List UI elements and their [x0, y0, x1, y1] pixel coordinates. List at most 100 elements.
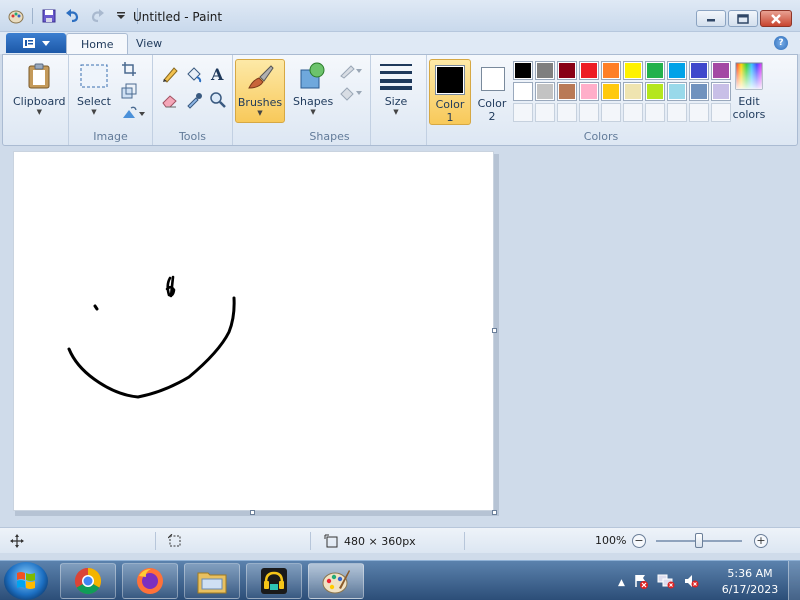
- chevron-down-icon: ▼: [36, 108, 42, 116]
- save-icon[interactable]: [39, 6, 59, 26]
- palette-swatch[interactable]: [535, 82, 555, 101]
- clock[interactable]: 5:36 AM 6/17/2023: [716, 566, 784, 598]
- close-button[interactable]: [760, 10, 792, 27]
- chrome-icon: [74, 567, 102, 595]
- palette-swatch[interactable]: [579, 61, 599, 80]
- swatch-color: [647, 63, 663, 78]
- maximize-button[interactable]: [728, 10, 758, 27]
- fill-icon[interactable]: [183, 63, 205, 85]
- resize-icon[interactable]: [121, 83, 137, 99]
- size-icon: [379, 59, 413, 93]
- ribbon-tab-row: Home View ?: [0, 32, 800, 54]
- clipboard-button[interactable]: Clipboard ▼: [13, 59, 66, 116]
- quick-access-toolbar: [6, 6, 140, 26]
- palette-swatch[interactable]: [689, 82, 709, 101]
- tab-view[interactable]: View: [122, 33, 176, 54]
- help-icon[interactable]: ?: [774, 36, 788, 50]
- palette-empty-slot[interactable]: [667, 103, 687, 122]
- size-button[interactable]: Size ▼: [379, 59, 413, 116]
- palette-empty-slot[interactable]: [623, 103, 643, 122]
- drawing-canvas[interactable]: [13, 151, 494, 511]
- crop-icon[interactable]: [121, 61, 137, 77]
- zoom-slider-thumb[interactable]: [695, 533, 703, 548]
- customize-qat-dropdown-icon[interactable]: [111, 6, 131, 26]
- shapes-icon: [296, 59, 330, 93]
- palette-swatch[interactable]: [623, 82, 643, 101]
- volume-muted-icon[interactable]: [683, 573, 699, 592]
- taskbar-paint[interactable]: [308, 563, 364, 599]
- pencil-icon[interactable]: [159, 63, 181, 85]
- eraser-icon[interactable]: [159, 89, 181, 111]
- rotate-icon[interactable]: [121, 105, 145, 121]
- chevron-down-icon: ▼: [393, 108, 399, 116]
- brushes-button[interactable]: Brushes ▼: [235, 59, 285, 123]
- taskbar-firefox[interactable]: [122, 563, 178, 599]
- palette-swatch[interactable]: [557, 61, 577, 80]
- svg-text:A: A: [210, 65, 224, 83]
- palette-swatch[interactable]: [645, 82, 665, 101]
- outline-icon[interactable]: [339, 63, 363, 79]
- paint-app-icon[interactable]: [6, 6, 26, 26]
- palette-swatch[interactable]: [711, 61, 731, 80]
- windows-logo-icon: [17, 572, 35, 589]
- status-bar: 480 × 360px 100% − +: [0, 527, 800, 553]
- swatch-color: [537, 84, 553, 99]
- taskbar-chrome[interactable]: [60, 563, 116, 599]
- palette-swatch[interactable]: [623, 61, 643, 80]
- magnifier-icon[interactable]: [207, 89, 229, 111]
- text-icon[interactable]: A: [207, 63, 229, 85]
- taskbar-media-app[interactable]: [246, 563, 302, 599]
- palette-swatch[interactable]: [667, 82, 687, 101]
- palette-empty-slot[interactable]: [601, 103, 621, 122]
- minimize-button[interactable]: [696, 10, 726, 27]
- palette-swatch[interactable]: [601, 61, 621, 80]
- palette-swatch[interactable]: [513, 61, 533, 80]
- palette-swatch[interactable]: [557, 82, 577, 101]
- resize-handle-corner[interactable]: [492, 510, 497, 515]
- palette-empty-slot[interactable]: [689, 103, 709, 122]
- firefox-icon: [137, 568, 163, 594]
- color-picker-icon[interactable]: [183, 89, 205, 111]
- palette-swatch[interactable]: [689, 61, 709, 80]
- select-button[interactable]: Select ▼: [77, 59, 111, 116]
- palette-swatch[interactable]: [667, 61, 687, 80]
- zoom-out-button[interactable]: −: [632, 534, 646, 548]
- show-hidden-icons-icon[interactable]: ▲: [618, 578, 625, 588]
- swatch-color: [559, 63, 575, 78]
- palette-empty-slot[interactable]: [535, 103, 555, 122]
- palette-empty-slot[interactable]: [645, 103, 665, 122]
- taskbar-file-explorer[interactable]: [184, 563, 240, 599]
- palette-empty-slot[interactable]: [579, 103, 599, 122]
- redo-icon[interactable]: [87, 6, 107, 26]
- fill-shape-icon[interactable]: [339, 85, 363, 101]
- selection-size-icon: [168, 534, 182, 548]
- palette-empty-slot[interactable]: [557, 103, 577, 122]
- swatch-color: [515, 84, 531, 99]
- ribbon: Clipboard ▼ Select ▼ Image A Tools Brush…: [2, 54, 798, 146]
- network-icon[interactable]: [657, 573, 675, 592]
- zoom-in-button[interactable]: +: [754, 534, 768, 548]
- start-button[interactable]: [4, 562, 48, 600]
- show-desktop-button[interactable]: [788, 561, 800, 600]
- palette-swatch[interactable]: [579, 82, 599, 101]
- palette-swatch[interactable]: [711, 82, 731, 101]
- edit-colors-button[interactable]: Edit colors: [729, 59, 769, 121]
- palette-empty-slot[interactable]: [711, 103, 731, 122]
- canvas-size-icon: [324, 534, 338, 548]
- palette-swatch[interactable]: [601, 82, 621, 101]
- resize-handle-right[interactable]: [492, 328, 497, 333]
- shapes-button[interactable]: Shapes ▼: [293, 59, 333, 116]
- right-eye-stroke: [165, 275, 176, 298]
- swatch-color: [669, 63, 685, 78]
- action-center-icon[interactable]: [633, 573, 649, 592]
- tab-home[interactable]: Home: [66, 33, 129, 54]
- status-separator: [310, 532, 311, 550]
- swatch-color: [515, 63, 531, 78]
- resize-handle-bottom[interactable]: [250, 510, 255, 515]
- palette-swatch[interactable]: [535, 61, 555, 80]
- paint-menu-button[interactable]: [6, 33, 66, 53]
- palette-swatch[interactable]: [645, 61, 665, 80]
- palette-swatch[interactable]: [513, 82, 533, 101]
- palette-empty-slot[interactable]: [513, 103, 533, 122]
- undo-icon[interactable]: [63, 6, 83, 26]
